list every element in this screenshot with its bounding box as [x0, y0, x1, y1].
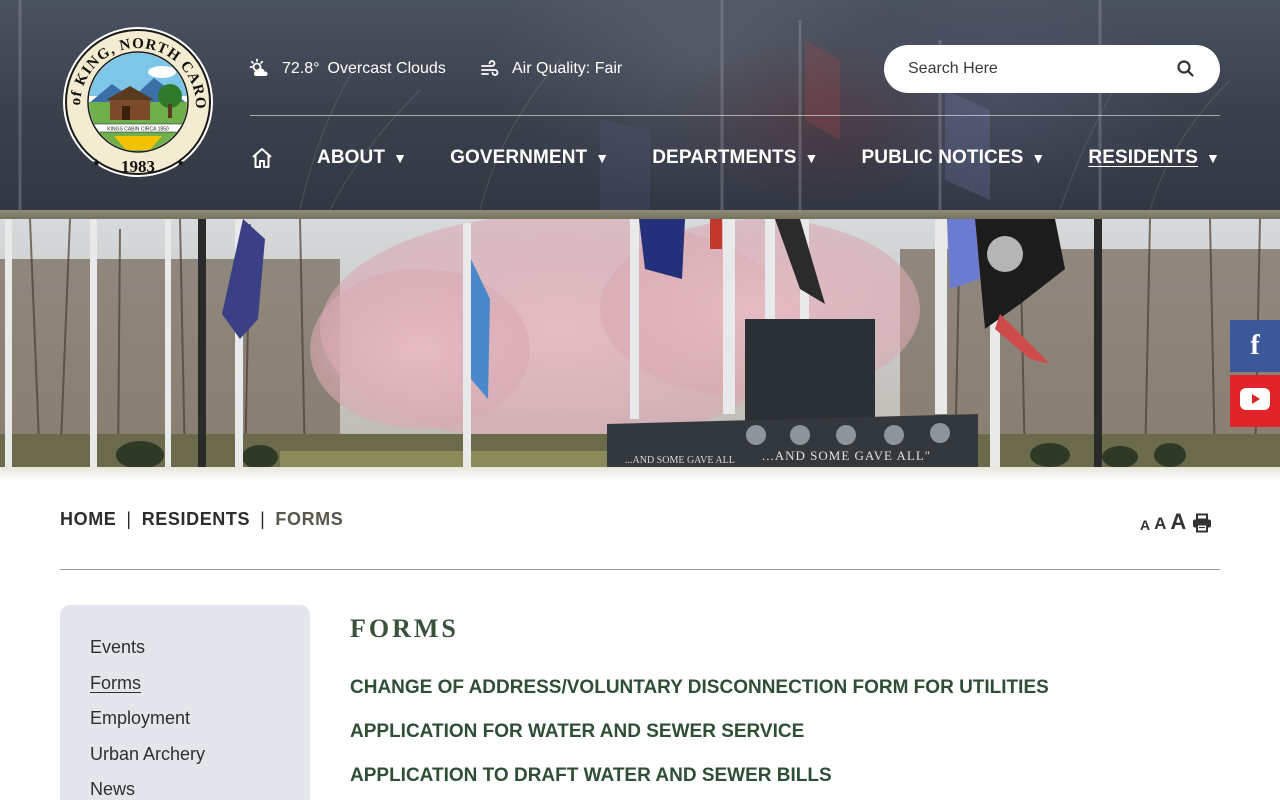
search-box	[884, 45, 1220, 93]
font-size-large-button[interactable]: A	[1170, 510, 1186, 533]
breadcrumb: HOME | RESIDENTS | FORMS	[60, 507, 343, 531]
nav-item-label: ABOUT	[317, 147, 386, 168]
font-size-medium-button[interactable]: A	[1154, 514, 1166, 533]
nav-item-about[interactable]: ABOUT ▼	[317, 147, 407, 169]
svg-text:★: ★	[176, 158, 185, 169]
hero-banner-image: ...AND SOME GAVE ALL ...AND SOME GAVE AL…	[0, 219, 1280, 467]
sidebar-item-label: Urban Archery	[90, 743, 206, 764]
nav-item-label: DEPARTMENTS	[652, 147, 797, 168]
seal-year: 1983	[121, 157, 155, 176]
print-icon[interactable]	[1192, 513, 1212, 533]
caret-down-icon: ▼	[804, 150, 819, 166]
breadcrumb-residents[interactable]: RESIDENTS	[142, 509, 250, 530]
nav-item-public-notices[interactable]: PUBLIC NOTICES ▼	[862, 147, 1046, 169]
home-icon[interactable]	[250, 146, 274, 170]
weather-temperature: 72.8°	[282, 60, 320, 77]
caret-down-icon: ▼	[595, 150, 610, 166]
caret-down-icon: ▼	[393, 150, 408, 166]
forms-list: CHANGE OF ADDRESS/VOLUNTARY DISCONNECTIO…	[350, 676, 1049, 800]
breadcrumb-separator: |	[126, 508, 132, 529]
city-seal-logo[interactable]: CITY of KING, NORTH CAROLINA KINGS CABIN…	[62, 26, 214, 178]
main-navigation: ABOUT ▼ GOVERNMENT ▼ DEPARTMENTS ▼ PUBLI…	[250, 140, 1220, 176]
weather-condition: Overcast Clouds	[327, 60, 446, 77]
weather-widget: 72.8° Overcast Clouds	[248, 58, 446, 80]
sidebar-item-label: Events	[90, 637, 146, 657]
facebook-icon: f	[1250, 330, 1260, 361]
sidebar-item-label: Employment	[90, 708, 191, 728]
hero-bottom-shadow	[0, 467, 1280, 481]
nav-item-label: GOVERNMENT	[450, 147, 588, 168]
font-size-small-button[interactable]: A	[1140, 517, 1150, 533]
nav-item-residents[interactable]: RESIDENTS ▼	[1088, 147, 1220, 169]
section-sidebar: Events Forms Employment Urban Archery Ne…	[60, 605, 310, 800]
memorial-inscription-right: ...AND SOME GAVE ALL"	[762, 448, 931, 463]
breadcrumb-separator: |	[260, 508, 266, 529]
veterans-memorial-illustration: ...AND SOME GAVE ALL ...AND SOME GAVE AL…	[0, 219, 1280, 467]
nav-item-label: RESIDENTS	[1088, 147, 1199, 168]
search-icon[interactable]	[1176, 59, 1196, 79]
content-divider	[60, 569, 1220, 570]
form-link-change-of-address[interactable]: CHANGE OF ADDRESS/VOLUNTARY DISCONNECTIO…	[350, 676, 1049, 720]
nav-item-government[interactable]: GOVERNMENT ▼	[450, 147, 609, 169]
form-link-water-sewer-service[interactable]: APPLICATION FOR WATER AND SEWER SERVICE	[350, 720, 1049, 764]
facebook-link[interactable]: f	[1230, 320, 1280, 372]
youtube-icon	[1240, 387, 1270, 415]
youtube-link[interactable]	[1230, 375, 1280, 427]
svg-text:★: ★	[92, 158, 101, 169]
nav-divider	[250, 115, 1220, 116]
search-input[interactable]	[908, 60, 1148, 78]
breadcrumb-current: FORMS	[275, 508, 344, 529]
page-title: FORMS	[350, 614, 459, 643]
form-link-draft-water-sewer-bills[interactable]: APPLICATION TO DRAFT WATER AND SEWER BIL…	[350, 764, 1049, 800]
sidebar-item-employment[interactable]: Employment	[90, 706, 280, 742]
sidebar-item-label: News	[90, 779, 136, 799]
sidebar-item-news[interactable]: News	[90, 777, 280, 800]
site-header: CITY of KING, NORTH CAROLINA KINGS CABIN…	[0, 0, 1280, 210]
text-size-tools: A A A	[1140, 505, 1212, 533]
nav-item-label: PUBLIC NOTICES	[861, 147, 1024, 168]
wind-icon	[480, 59, 500, 79]
air-quality-widget: Air Quality: Fair	[480, 58, 622, 80]
caret-down-icon: ▼	[1206, 150, 1220, 166]
breadcrumb-home[interactable]: HOME	[60, 509, 116, 530]
sidebar-item-label: Forms	[90, 672, 141, 693]
air-quality-label: Air Quality: Fair	[512, 60, 623, 77]
seal-banner-text: KINGS CABIN CIRCA 1850	[107, 127, 169, 133]
memorial-inscription-left: ...AND SOME GAVE ALL	[625, 455, 735, 466]
partly-cloudy-sun-icon	[248, 58, 270, 80]
header-accent-band	[0, 210, 1280, 219]
sidebar-item-forms[interactable]: Forms	[90, 671, 280, 707]
sidebar-item-urban-archery[interactable]: Urban Archery	[90, 742, 280, 778]
nav-item-departments[interactable]: DEPARTMENTS ▼	[652, 147, 818, 169]
sidebar-item-events[interactable]: Events	[90, 635, 280, 671]
caret-down-icon: ▼	[1031, 150, 1046, 166]
